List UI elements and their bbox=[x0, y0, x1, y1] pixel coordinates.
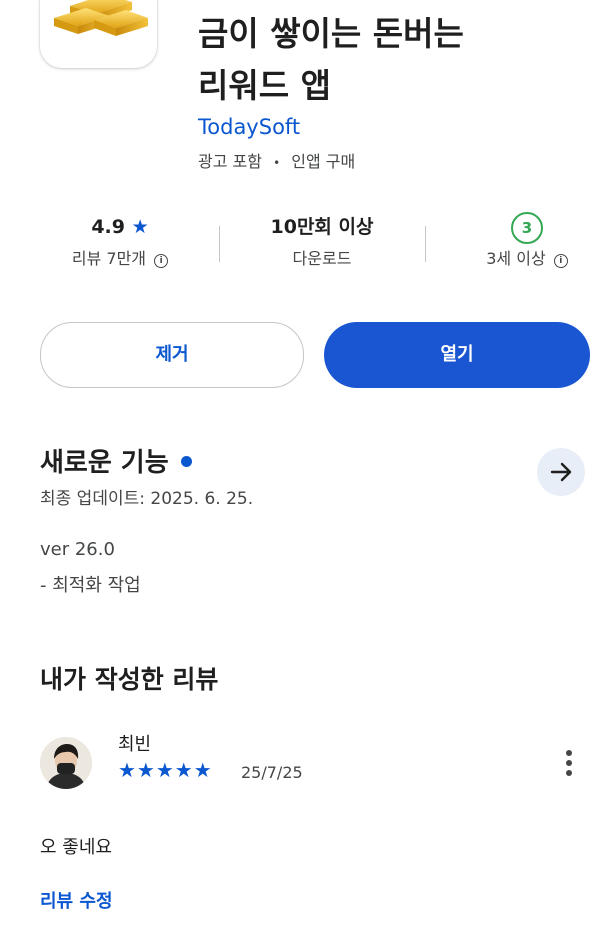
whats-new-title: 새로운 기능 bbox=[40, 448, 169, 478]
review-date: 25/7/25 bbox=[241, 763, 303, 782]
version-text: ver 26.0 bbox=[40, 539, 115, 560]
age-rating-stat[interactable]: 3 3세 이상 i bbox=[437, 212, 600, 270]
stats-divider bbox=[425, 226, 426, 262]
age-rating-row: 3세 이상 i bbox=[437, 248, 600, 270]
meta-separator: • bbox=[273, 156, 281, 170]
edit-review-link[interactable]: 리뷰 수정 bbox=[40, 887, 113, 913]
rating-value: 4.9 bbox=[91, 216, 125, 238]
open-button[interactable]: 열기 bbox=[324, 322, 590, 388]
reviewer-name: 최빈 bbox=[118, 734, 152, 755]
my-review-heading: 내가 작성한 리뷰 bbox=[40, 665, 219, 694]
avatar bbox=[40, 737, 92, 789]
new-indicator-dot bbox=[180, 456, 192, 467]
app-meta: 광고 포함 • 인앱 구매 bbox=[198, 148, 355, 172]
reviews-count-row: 리뷰 7만개 i bbox=[30, 248, 210, 270]
downloads-value: 10만회 이상 bbox=[270, 216, 374, 238]
review-text: 오 좋네요 bbox=[40, 837, 112, 858]
reviews-count-label: 리뷰 7만개 bbox=[71, 249, 147, 268]
whats-new-arrow-button[interactable] bbox=[537, 448, 585, 496]
age-badge-row: 3 bbox=[437, 212, 600, 244]
app-icon bbox=[40, 0, 157, 68]
rating-stat[interactable]: 4.9 ★ 리뷰 7만개 i bbox=[30, 212, 210, 270]
release-note: - 최적화 작업 bbox=[40, 575, 141, 596]
rating-value-row: 4.9 ★ bbox=[30, 212, 210, 242]
arrow-right-icon bbox=[550, 462, 572, 482]
user-avatar-icon bbox=[40, 737, 92, 789]
more-vert-icon[interactable] bbox=[560, 748, 580, 778]
app-title-line2: 리워드 앱 bbox=[198, 66, 331, 105]
review-stars: ★★★★★ bbox=[118, 758, 213, 782]
downloads-stat: 10만회 이상 다운로드 bbox=[232, 212, 412, 270]
iap-label: 인앱 구매 bbox=[291, 152, 356, 171]
whats-new-heading: 새로운 기능 bbox=[40, 442, 192, 479]
app-title-line1: 금이 쌓이는 돈버는 bbox=[198, 14, 464, 53]
app-title: 금이 쌓이는 돈버는 리워드 앱 bbox=[198, 8, 578, 112]
gold-bars-icon bbox=[54, 0, 148, 36]
downloads-label: 다운로드 bbox=[292, 249, 352, 268]
stats-divider bbox=[219, 226, 220, 262]
developer-link[interactable]: TodaySoft bbox=[198, 115, 300, 139]
last-updated: 최종 업데이트: 2025. 6. 25. bbox=[40, 489, 254, 509]
age-rating-badge: 3 bbox=[511, 212, 543, 244]
star-icon: ★ bbox=[131, 216, 149, 238]
ads-label: 광고 포함 bbox=[198, 152, 262, 171]
uninstall-button[interactable]: 제거 bbox=[40, 322, 304, 388]
age-rating-label: 3세 이상 bbox=[486, 249, 546, 268]
info-icon: i bbox=[154, 254, 169, 268]
info-icon: i bbox=[553, 254, 568, 268]
